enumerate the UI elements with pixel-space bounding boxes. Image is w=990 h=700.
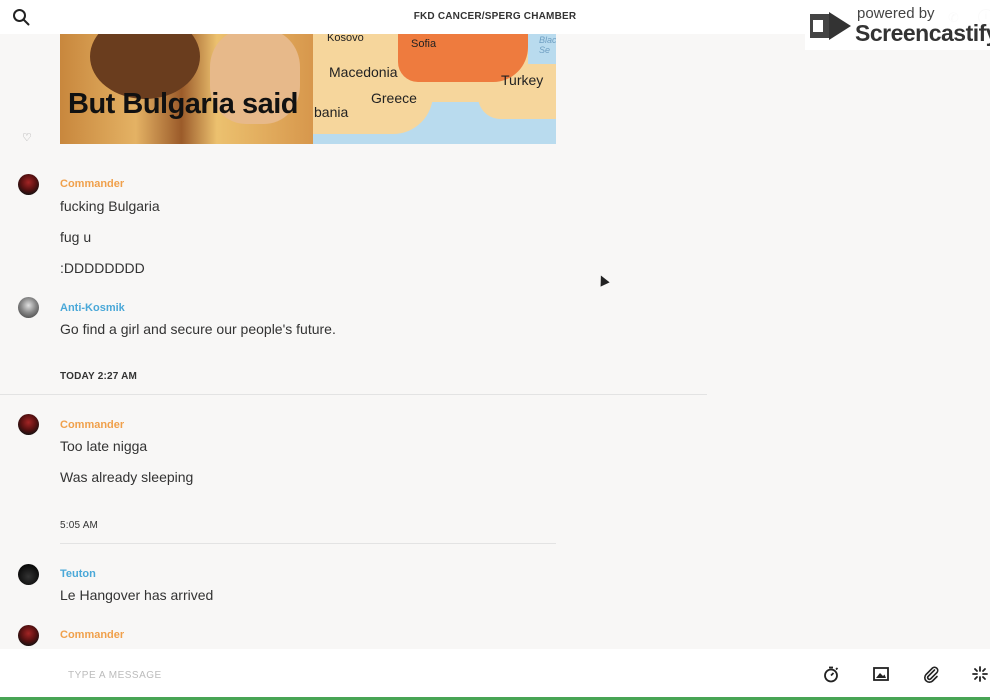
avatar-commander[interactable] (18, 625, 39, 646)
map-label-kosovo: Kosovo (327, 34, 364, 44)
divider (60, 543, 556, 544)
image-icon[interactable] (871, 664, 891, 684)
screencastify-logo-icon (810, 12, 851, 40)
timestamp: TODAY 2:27 AM (60, 371, 138, 382)
map-label-sofia: Sofia (411, 38, 437, 50)
message-input[interactable] (66, 665, 670, 685)
screencastify-watermark: powered by Screencastify (805, 0, 990, 50)
avatar-teuton[interactable] (18, 564, 39, 585)
message-text: :DDDDDDDD (60, 260, 145, 276)
message-text: Was already sleeping (60, 469, 194, 485)
avatar-commander[interactable] (18, 174, 39, 195)
message-author[interactable]: Anti-Kosmik (60, 302, 125, 314)
message-text: fug u (60, 229, 92, 245)
meme-caption: But Bulgaria said (68, 88, 299, 120)
message-text: Go find a girl and secure our people's f… (60, 321, 336, 337)
mouse-cursor (596, 273, 610, 287)
timestamp: 5:05 AM (60, 520, 99, 531)
map-label-sea: Blac Se (539, 35, 556, 55)
message-text: fucking Bulgaria (60, 198, 160, 214)
message-author[interactable]: Teuton (60, 568, 96, 580)
paperclip-icon[interactable] (921, 664, 941, 684)
meme-map: Kosovo Sofia Macedonia Turkey Greece ban… (313, 34, 556, 144)
meme-image[interactable]: But Bulgaria said Kosovo Sofia Macedonia… (60, 34, 556, 144)
message-author[interactable]: Commander (60, 178, 124, 190)
map-label-albania: bania (314, 104, 349, 120)
message-text: Le Hangover has arrived (60, 587, 214, 603)
avatar-commander[interactable] (18, 414, 39, 435)
heart-icon[interactable]: ♡ (22, 131, 32, 144)
map-label-greece: Greece (371, 90, 417, 106)
sparkle-icon[interactable] (970, 664, 990, 684)
divider (0, 394, 707, 395)
map-land-turkey (478, 89, 556, 119)
message-author[interactable]: Commander (60, 419, 124, 431)
message-text: Too late nigga (60, 438, 148, 454)
message-author[interactable]: Commander (60, 629, 124, 641)
meme-photo: But Bulgaria said (60, 34, 313, 144)
avatar-anti-kosmik[interactable] (18, 297, 39, 318)
map-label-macedonia: Macedonia (329, 64, 398, 80)
message-composer (0, 649, 990, 700)
map-label-turkey: Turkey (501, 72, 544, 88)
stopwatch-icon[interactable] (821, 664, 841, 684)
watermark-big-text: Screencastify (855, 20, 990, 46)
